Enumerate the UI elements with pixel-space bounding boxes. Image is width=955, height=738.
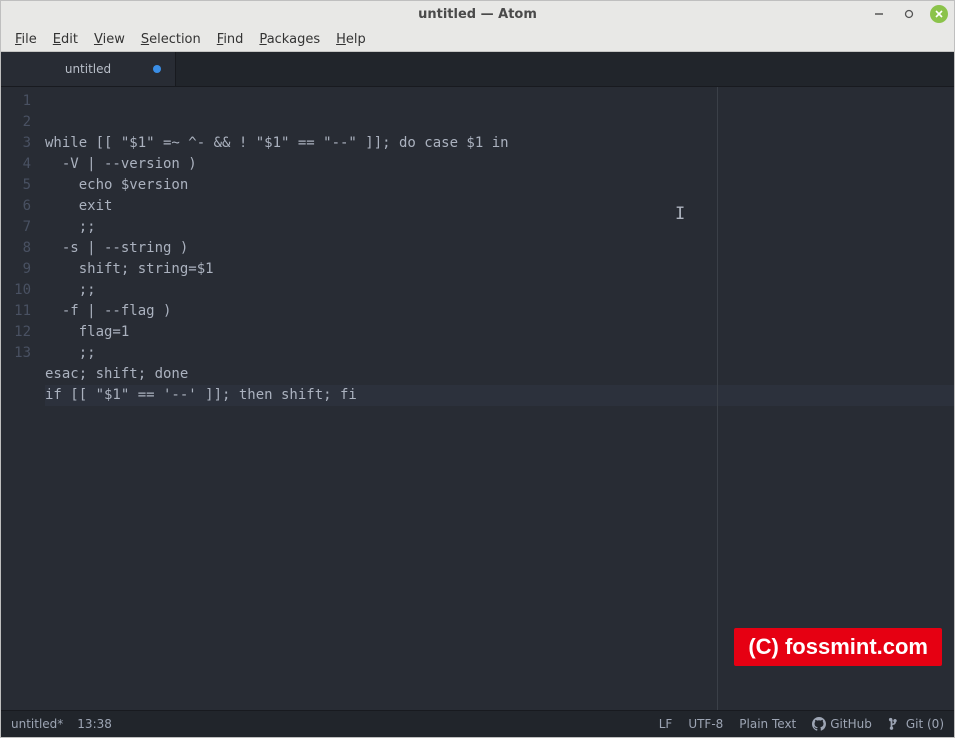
status-cursor-position[interactable]: 13:38	[77, 717, 112, 731]
line-number: 3	[1, 133, 39, 154]
tab-untitled[interactable]: untitled	[1, 52, 176, 86]
statusbar: untitled* 13:38 LF UTF-8 Plain Text GitH…	[1, 710, 954, 737]
status-line-ending[interactable]: LF	[659, 717, 673, 731]
line-number: 6	[1, 196, 39, 217]
code-line[interactable]: echo $version	[45, 175, 954, 196]
close-button[interactable]	[930, 5, 948, 23]
line-number: 9	[1, 259, 39, 280]
window-title: untitled — Atom	[418, 7, 537, 22]
status-git[interactable]: Git (0)	[888, 717, 944, 731]
minimize-icon	[874, 9, 884, 19]
app-body: untitled 12345678910111213 while [[ "$1"…	[1, 52, 954, 737]
code-line[interactable]: -s | --string )	[45, 238, 954, 259]
line-number: 10	[1, 280, 39, 301]
close-icon	[934, 9, 944, 19]
maximize-button[interactable]	[900, 5, 918, 23]
line-number: 4	[1, 154, 39, 175]
code-line[interactable]: ;;	[45, 217, 954, 238]
code-line[interactable]: ;;	[45, 343, 954, 364]
code-line[interactable]: while [[ "$1" =~ ^- && ! "$1" == "--" ]]…	[45, 133, 954, 154]
code-area[interactable]: while [[ "$1" =~ ^- && ! "$1" == "--" ]]…	[39, 87, 954, 710]
menu-find[interactable]: Find	[209, 30, 252, 49]
window-controls	[870, 1, 948, 27]
code-line[interactable]: flag=1	[45, 322, 954, 343]
minimize-button[interactable]	[870, 5, 888, 23]
gutter: 12345678910111213	[1, 87, 39, 710]
code-line[interactable]: if [[ "$1" == '--' ]]; then shift; fi	[45, 385, 954, 406]
code-line[interactable]: ;;	[45, 280, 954, 301]
line-number: 13	[1, 343, 39, 364]
code-line[interactable]: -f | --flag )	[45, 301, 954, 322]
code-line[interactable]: -V | --version )	[45, 154, 954, 175]
menu-help[interactable]: Help	[328, 30, 374, 49]
status-git-label: Git (0)	[906, 717, 944, 731]
status-github[interactable]: GitHub	[812, 717, 872, 731]
tab-label: untitled	[65, 62, 111, 76]
window-frame: untitled — Atom FileEditViewSelectionFin…	[0, 0, 955, 738]
status-right: LF UTF-8 Plain Text GitHub Git (0)	[659, 717, 944, 731]
status-filename[interactable]: untitled*	[11, 717, 63, 731]
code-line[interactable]: exit	[45, 196, 954, 217]
tabbar: untitled	[1, 52, 954, 87]
status-github-label: GitHub	[830, 717, 872, 731]
git-branch-icon	[888, 717, 902, 731]
menu-view[interactable]: View	[86, 30, 133, 49]
titlebar: untitled — Atom	[1, 1, 954, 27]
status-left: untitled* 13:38	[11, 717, 112, 731]
line-number: 5	[1, 175, 39, 196]
github-icon	[812, 717, 826, 731]
status-grammar[interactable]: Plain Text	[739, 717, 796, 731]
menubar: FileEditViewSelectionFindPackagesHelp	[1, 27, 954, 52]
watermark: (C) fossmint.com	[734, 628, 942, 666]
line-number: 11	[1, 301, 39, 322]
maximize-icon	[904, 9, 914, 19]
line-number: 7	[1, 217, 39, 238]
code-line[interactable]: esac; shift; done	[45, 364, 954, 385]
editor[interactable]: 12345678910111213 while [[ "$1" =~ ^- &&…	[1, 87, 954, 710]
status-encoding[interactable]: UTF-8	[688, 717, 723, 731]
menu-edit[interactable]: Edit	[45, 30, 86, 49]
line-number: 2	[1, 112, 39, 133]
menu-packages[interactable]: Packages	[251, 30, 328, 49]
line-number: 8	[1, 238, 39, 259]
tab-modified-indicator	[153, 65, 161, 73]
menu-file[interactable]: File	[7, 30, 45, 49]
line-number: 1	[1, 91, 39, 112]
code-line[interactable]: shift; string=$1	[45, 259, 954, 280]
menu-selection[interactable]: Selection	[133, 30, 209, 49]
line-number: 12	[1, 322, 39, 343]
